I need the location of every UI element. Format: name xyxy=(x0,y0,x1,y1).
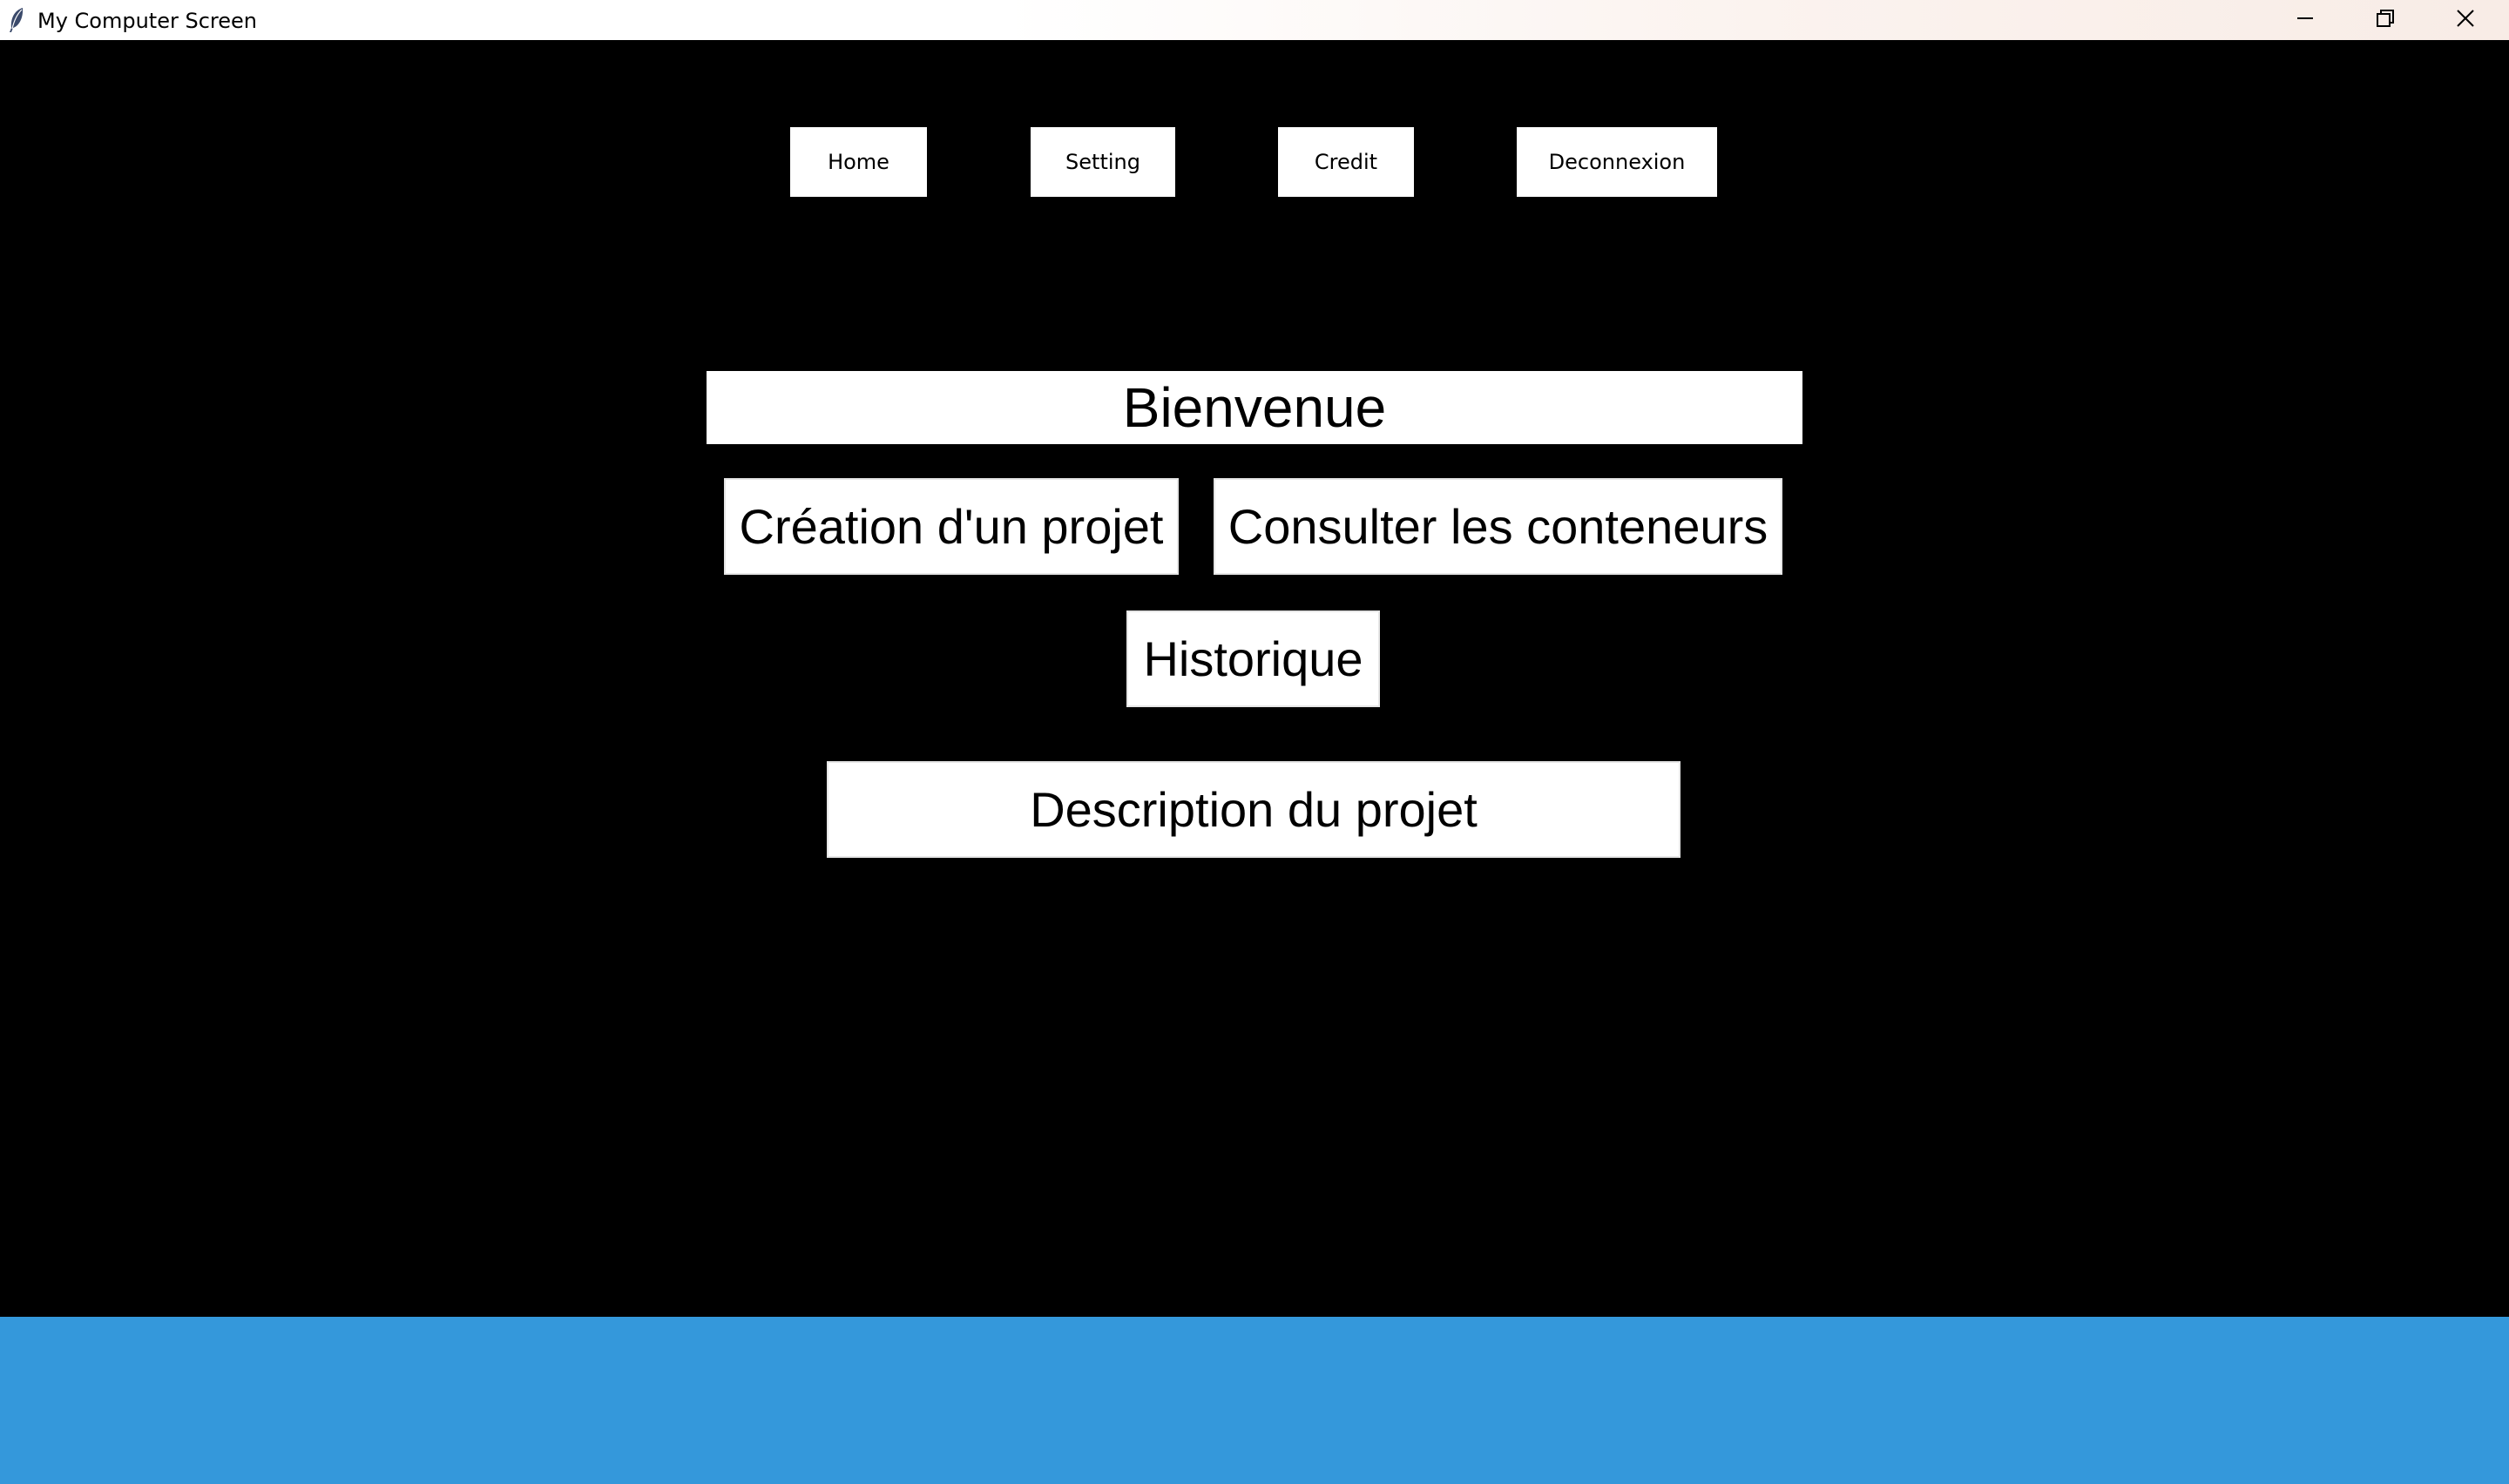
setting-button[interactable]: Setting xyxy=(1031,127,1175,197)
home-button[interactable]: Home xyxy=(790,127,927,197)
history-button[interactable]: Historique xyxy=(1126,610,1380,707)
minimize-button[interactable] xyxy=(2265,0,2345,40)
title-bar[interactable]: My Computer Screen xyxy=(0,0,2509,40)
project-description-button[interactable]: Description du projet xyxy=(827,761,1681,858)
view-containers-button[interactable]: Consulter les conteneurs xyxy=(1214,478,1782,575)
restore-icon xyxy=(2376,9,2395,32)
restore-button[interactable] xyxy=(2345,0,2425,40)
close-button[interactable] xyxy=(2425,0,2506,40)
create-project-button[interactable]: Création d'un projet xyxy=(724,478,1179,575)
minimize-icon xyxy=(2296,9,2315,32)
welcome-heading: Bienvenue xyxy=(707,371,1802,444)
close-icon xyxy=(2456,9,2475,32)
deconnexion-button[interactable]: Deconnexion xyxy=(1517,127,1717,197)
bottom-bar xyxy=(0,1317,2509,1484)
credit-button[interactable]: Credit xyxy=(1278,127,1414,197)
app-window: My Computer Screen Home Setting Credit D… xyxy=(0,0,2509,1484)
window-title: My Computer Screen xyxy=(37,9,257,33)
feather-icon xyxy=(7,7,26,33)
